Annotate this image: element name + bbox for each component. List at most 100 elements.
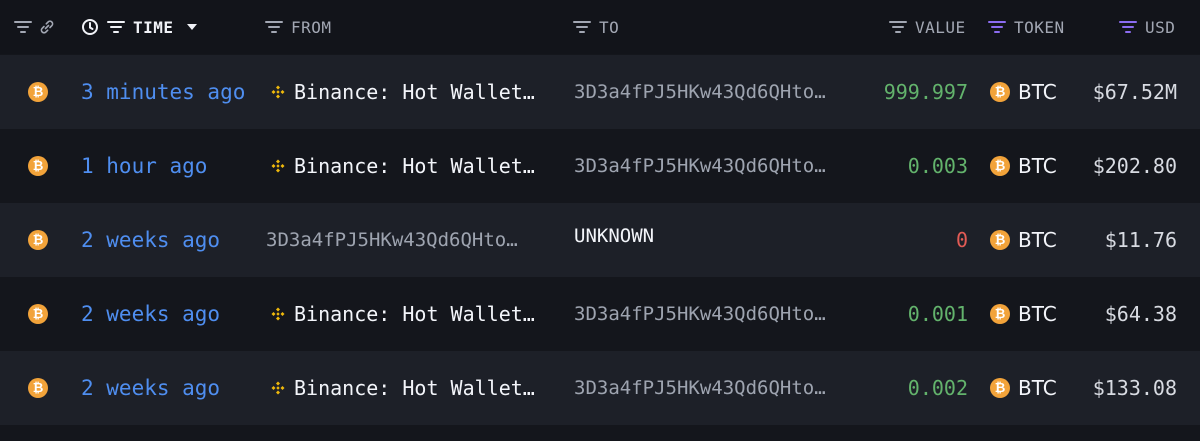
value-cell: 0.003 [908,129,968,203]
usd-cell: $202.80 [1093,129,1177,203]
binance-icon [270,84,294,100]
chain-cell: ₿ [28,277,48,351]
usd-amount: $202.80 [1092,154,1177,178]
to-address[interactable]: 3D3a4fPJ5HKw43Qd6QHto… [574,377,826,399]
sort-down-icon[interactable] [186,23,198,31]
transfers-table: TIME FROM TO VALUE TOKEN USD ₿ 3 minutes… [0,0,1200,441]
value-cell: 0 [956,203,968,277]
value-amount: 999.997 [883,80,968,104]
value-amount: 0.001 [907,302,968,326]
value-amount: 0 [955,228,968,252]
time-cell[interactable]: 1 hour ago [81,129,207,203]
to-address[interactable]: 3D3a4fPJ5HKw43Qd6QHto… [574,81,826,103]
bitcoin-icon: ₿ [28,304,48,324]
table-row[interactable]: ₿ 2 weeks ago Binance: Hot Wallet… 3D3a4… [0,277,1200,351]
value-cell: 0.002 [908,351,968,425]
token-symbol[interactable]: BTC [1018,302,1057,326]
table-header: TIME FROM TO VALUE TOKEN USD [0,0,1200,54]
usd-cell: $133.08 [1093,351,1177,425]
token-cell[interactable]: ₿ BTC [990,277,1057,351]
bitcoin-icon: ₿ [28,378,48,398]
from-cell[interactable]: 3D3a4fPJ5HKw43Qd6QHto… [266,203,518,277]
to-cell[interactable]: 3D3a4fPJ5HKw43Qd6QHto… [574,55,826,129]
usd-header-label: USD [1145,17,1176,37]
bitcoin-icon: ₿ [28,230,48,250]
from-entity-label[interactable]: Binance: Hot Wallet… [294,302,535,326]
bitcoin-icon: ₿ [990,156,1010,176]
time-filter-icon[interactable] [107,20,125,34]
usd-cell: $11.76 [1105,203,1177,277]
header-usd[interactable]: USD [1119,0,1175,54]
filter-icon[interactable] [14,20,32,34]
usd-amount: $64.38 [1104,302,1177,326]
header-to[interactable]: TO [573,0,619,54]
usd-filter-icon[interactable] [1119,20,1137,34]
table-row[interactable]: ₿ 3 minutes ago Binance: Hot Wallet… 3D3… [0,55,1200,129]
time-cell[interactable]: 2 weeks ago [81,203,220,277]
time-link[interactable]: 2 weeks ago [81,302,220,326]
usd-cell: $67.52M [1093,55,1177,129]
bitcoin-icon: ₿ [28,156,48,176]
value-cell: 0.001 [908,277,968,351]
time-cell[interactable]: 3 minutes ago [81,55,245,129]
usd-amount: $133.08 [1092,376,1177,400]
value-cell: 999.997 [884,55,968,129]
time-link[interactable]: 2 weeks ago [81,376,220,400]
time-cell[interactable]: 2 weeks ago [81,351,220,425]
time-link[interactable]: 1 hour ago [81,154,207,178]
binance-icon [270,306,294,322]
from-filter-icon[interactable] [265,20,283,34]
value-amount: 0.003 [907,154,968,178]
chain-cell: ₿ [28,203,48,277]
time-cell[interactable]: 2 weeks ago [81,277,220,351]
header-from[interactable]: FROM [265,0,332,54]
header-value[interactable]: VALUE [889,0,966,54]
header-filter-group [14,0,56,54]
to-unknown-label[interactable]: UNKNOWN [574,225,654,247]
bitcoin-icon: ₿ [990,230,1010,250]
to-cell[interactable]: UNKNOWN [574,203,654,277]
chain-cell: ₿ [28,55,48,129]
to-address[interactable]: 3D3a4fPJ5HKw43Qd6QHto… [574,155,826,177]
from-address[interactable]: 3D3a4fPJ5HKw43Qd6QHto… [266,229,518,251]
chain-cell: ₿ [28,129,48,203]
from-cell[interactable]: Binance: Hot Wallet… [270,351,535,425]
table-row[interactable]: ₿ 1 hour ago Binance: Hot Wallet… 3D3a4f… [0,129,1200,203]
value-amount: 0.002 [907,376,968,400]
binance-icon [270,380,294,396]
from-cell[interactable]: Binance: Hot Wallet… [270,55,535,129]
token-cell[interactable]: ₿ BTC [990,129,1057,203]
token-cell[interactable]: ₿ BTC [990,203,1057,277]
clock-icon [81,18,99,36]
to-cell[interactable]: 3D3a4fPJ5HKw43Qd6QHto… [574,129,826,203]
usd-amount: $67.52M [1092,80,1177,104]
header-token[interactable]: TOKEN [988,0,1065,54]
to-header-label: TO [599,17,620,37]
from-entity-label[interactable]: Binance: Hot Wallet… [294,154,535,178]
from-header-label: FROM [291,17,332,37]
token-symbol[interactable]: BTC [1018,154,1057,178]
to-cell[interactable]: 3D3a4fPJ5HKw43Qd6QHto… [574,351,826,425]
to-filter-icon[interactable] [573,20,591,34]
table-row[interactable]: ₿ 2 weeks ago Binance: Hot Wallet… 3D3a4… [0,351,1200,425]
to-cell[interactable]: 3D3a4fPJ5HKw43Qd6QHto… [574,277,826,351]
token-cell[interactable]: ₿ BTC [990,55,1057,129]
table-row[interactable]: ₿ 2 weeks ago 3D3a4fPJ5HKw43Qd6QHto… UNK… [0,203,1200,277]
token-symbol[interactable]: BTC [1018,376,1057,400]
time-link[interactable]: 2 weeks ago [81,228,220,252]
chain-cell: ₿ [28,351,48,425]
token-symbol[interactable]: BTC [1018,228,1057,252]
token-filter-icon[interactable] [988,20,1006,34]
link-icon[interactable] [38,18,56,36]
from-cell[interactable]: Binance: Hot Wallet… [270,129,535,203]
from-entity-label[interactable]: Binance: Hot Wallet… [294,376,535,400]
time-link[interactable]: 3 minutes ago [81,80,245,104]
to-address[interactable]: 3D3a4fPJ5HKw43Qd6QHto… [574,303,826,325]
header-time[interactable]: TIME [81,0,198,54]
from-entity-label[interactable]: Binance: Hot Wallet… [294,80,535,104]
from-cell[interactable]: Binance: Hot Wallet… [270,277,535,351]
usd-amount: $11.76 [1104,228,1177,252]
value-filter-icon[interactable] [889,20,907,34]
token-cell[interactable]: ₿ BTC [990,351,1057,425]
token-symbol[interactable]: BTC [1018,80,1057,104]
